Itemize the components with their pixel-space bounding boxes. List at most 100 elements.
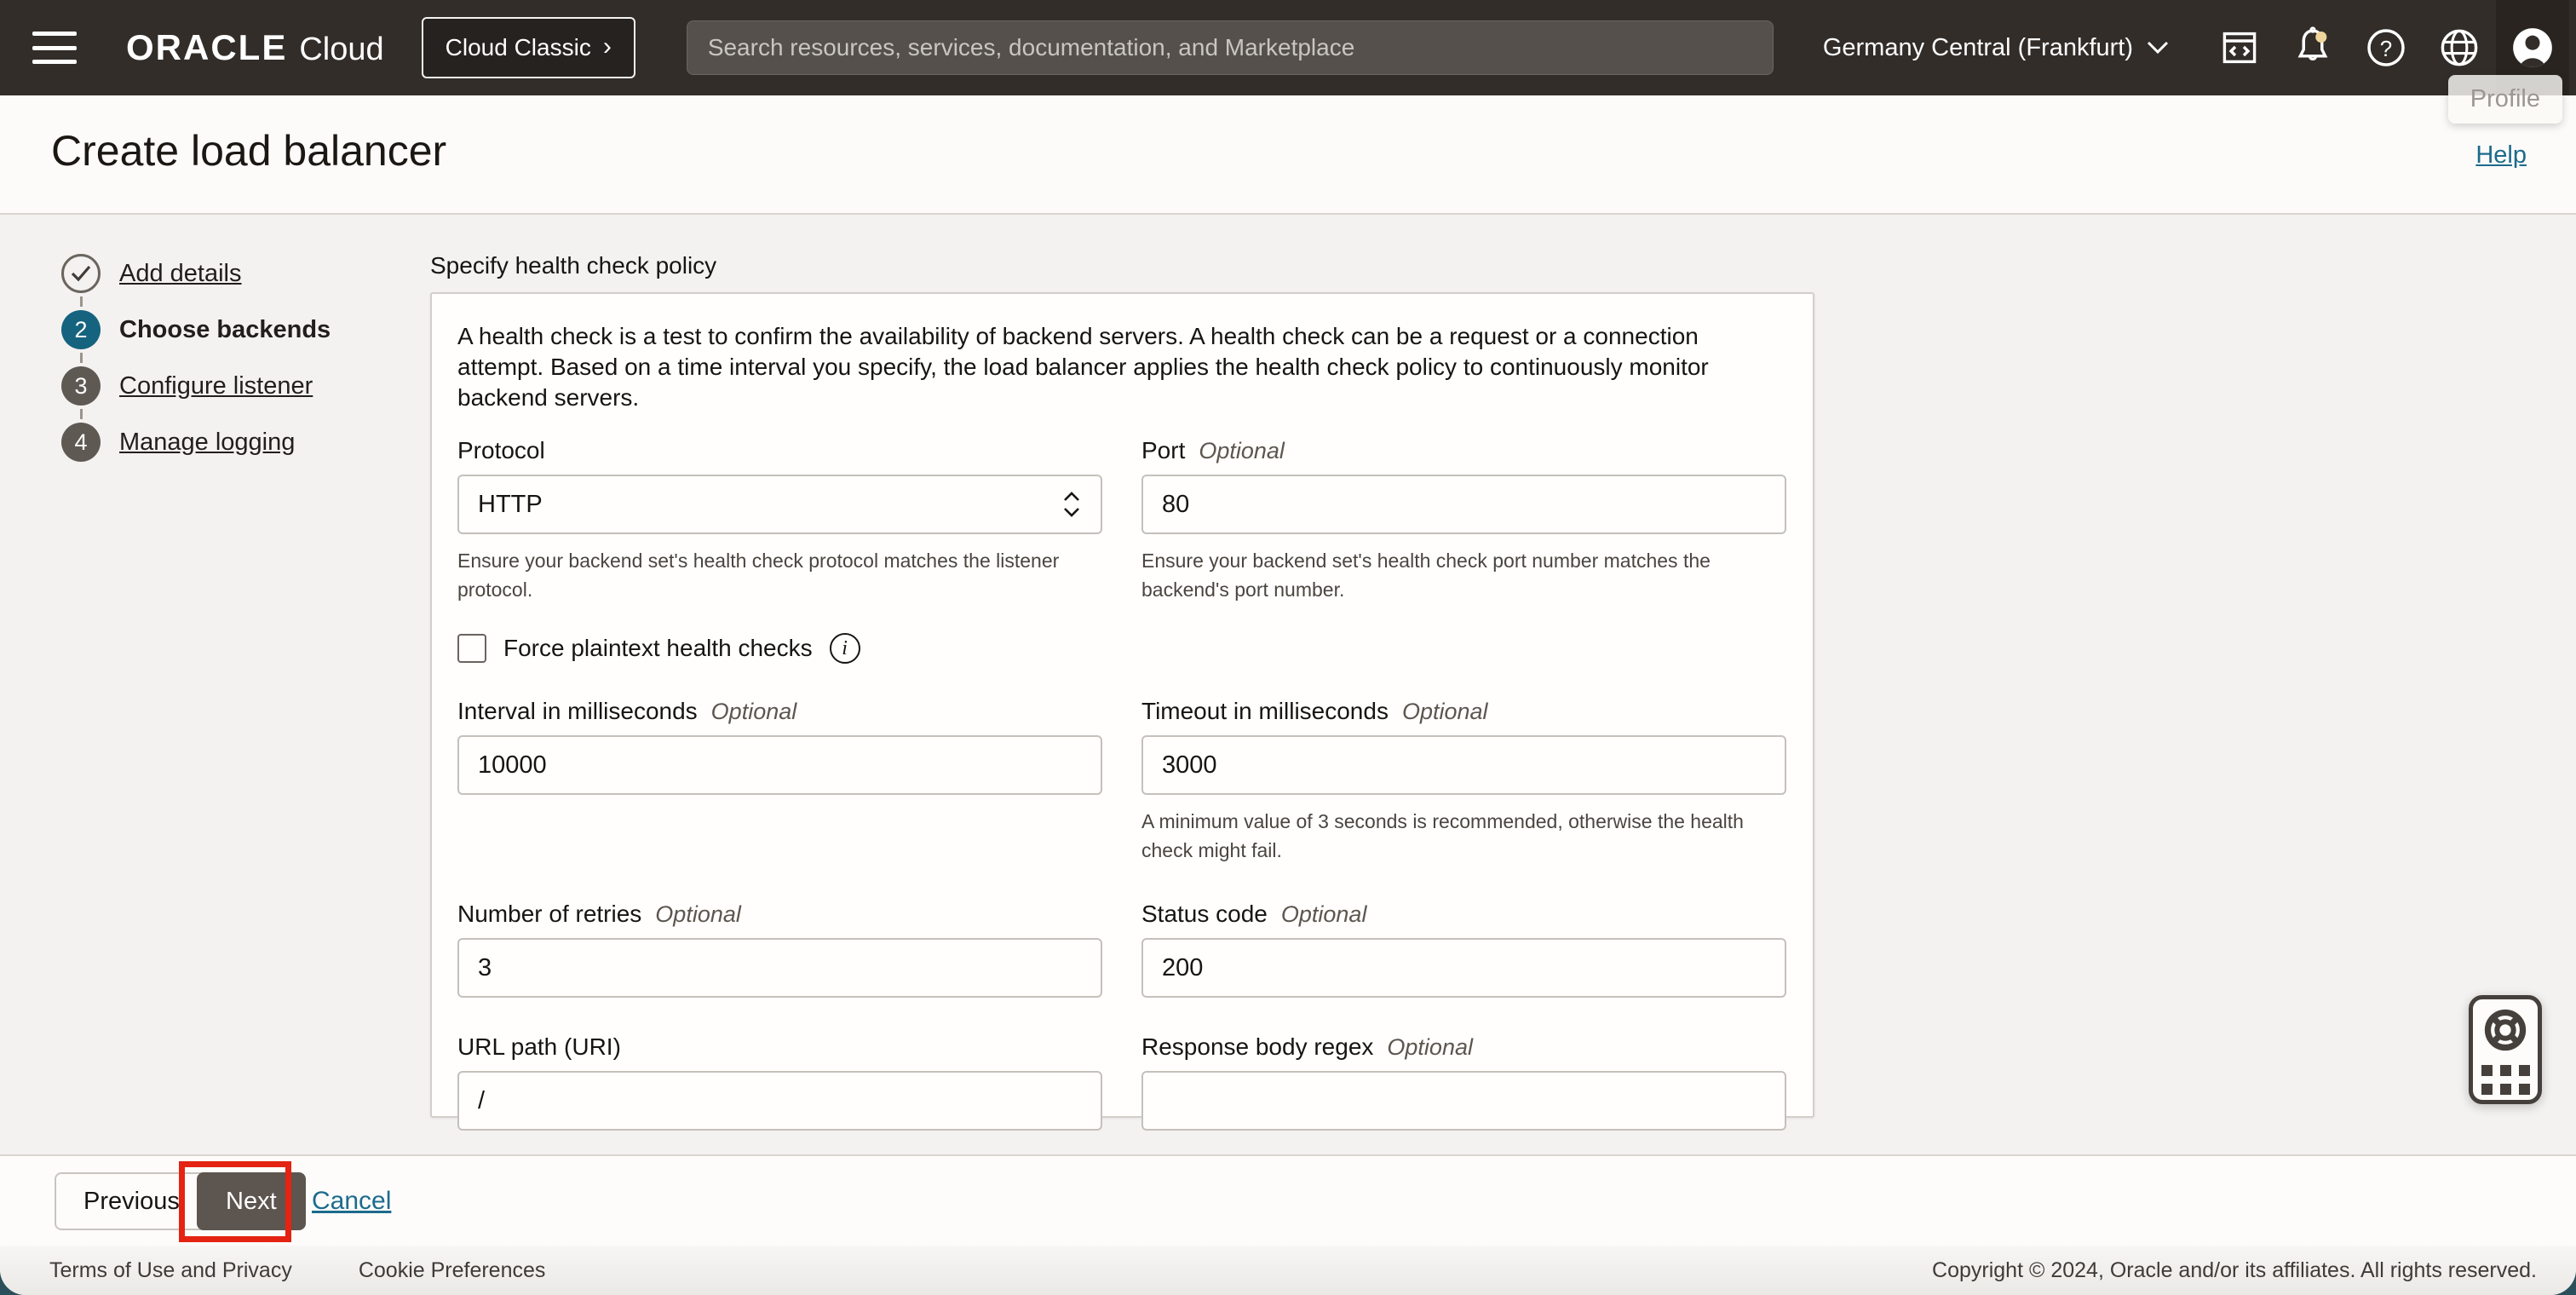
- optional-tag: Optional: [1387, 1034, 1473, 1060]
- chevron-down-icon: [2147, 41, 2169, 55]
- question-mark-icon: ?: [2367, 29, 2405, 66]
- stepper-item-choose-backends[interactable]: 2 Choose backends: [61, 307, 331, 353]
- copyright-text: Copyright © 2024, Oracle and/or its affi…: [1932, 1258, 2537, 1282]
- health-check-description: A health check is a test to confirm the …: [457, 323, 1709, 411]
- cloud-logo-text: Cloud: [299, 32, 384, 67]
- health-check-policy-card: A health check is a test to confirm the …: [430, 292, 1814, 1131]
- top-navigation-bar: ORACLE Cloud Cloud Classic › Germany Cen…: [0, 0, 2576, 95]
- notification-dot: [2315, 31, 2327, 43]
- step-number-bubble: 4: [61, 423, 101, 462]
- optional-tag: Optional: [655, 901, 741, 927]
- code-window-icon: [2222, 32, 2257, 64]
- page-header: Create load balancer Help: [0, 95, 2576, 215]
- force-plaintext-label: Force plaintext health checks: [503, 635, 813, 661]
- timeout-helper-text: A minimum value of 3 seconds is recommen…: [1141, 810, 1744, 861]
- protocol-label: Protocol: [457, 437, 545, 463]
- cookie-preferences-link[interactable]: Cookie Preferences: [359, 1258, 546, 1283]
- stepper-connector: [80, 296, 83, 307]
- terms-link[interactable]: Terms of Use and Privacy: [49, 1258, 292, 1283]
- step-number-bubble: 2: [61, 310, 101, 349]
- search-bar-container: [686, 20, 1774, 75]
- url-path-label: URL path (URI): [457, 1033, 621, 1060]
- port-helper-text: Ensure your backend set's health check p…: [1141, 550, 1711, 601]
- status-code-label: Status code: [1141, 901, 1268, 927]
- info-icon[interactable]: i: [829, 633, 860, 664]
- region-label: Germany Central (Frankfurt): [1822, 33, 2134, 61]
- timeout-input[interactable]: [1141, 735, 1786, 795]
- notifications-bell-icon[interactable]: [2276, 0, 2349, 95]
- drag-handle-dots-icon: [2481, 1064, 2530, 1095]
- stepper-connector: [80, 353, 83, 363]
- status-code-input[interactable]: [1141, 938, 1786, 998]
- section-title: Specify health check policy: [430, 252, 717, 279]
- retries-label: Number of retries: [457, 901, 642, 927]
- hamburger-menu-icon[interactable]: [32, 32, 77, 64]
- help-icon[interactable]: ?: [2349, 0, 2423, 95]
- page-title: Create load balancer: [51, 127, 447, 175]
- url-path-input[interactable]: [457, 1071, 1102, 1131]
- lifebuoy-icon: [2484, 1009, 2527, 1050]
- optional-tag: Optional: [710, 699, 797, 724]
- previous-button[interactable]: Previous: [55, 1172, 209, 1230]
- protocol-field: Protocol HTTP Ensure your backend set's …: [457, 437, 1102, 604]
- protocol-value: HTTP: [478, 490, 543, 518]
- stepper-item-label: Choose backends: [119, 315, 331, 343]
- force-plaintext-checkbox[interactable]: [457, 634, 486, 663]
- page-footer: Terms of Use and Privacy Cookie Preferen…: [0, 1246, 2576, 1295]
- help-link[interactable]: Help: [2475, 141, 2527, 170]
- cloud-classic-button[interactable]: Cloud Classic ›: [421, 17, 635, 78]
- svg-text:?: ?: [2380, 36, 2392, 61]
- stepper-item-label[interactable]: Add details: [119, 260, 242, 288]
- retries-input[interactable]: [457, 938, 1102, 998]
- port-input[interactable]: [1141, 475, 1786, 534]
- stepper-connector: [80, 409, 83, 419]
- timeout-field: Timeout in milliseconds Optional A minim…: [1141, 698, 1786, 865]
- optional-tag: Optional: [1199, 438, 1285, 463]
- wizard-stepper: Add details 2 Choose backends 3 Configur…: [61, 250, 331, 465]
- url-path-field: URL path (URI): [457, 1033, 1102, 1131]
- search-input[interactable]: [686, 20, 1774, 75]
- interval-field: Interval in milliseconds Optional: [457, 698, 1102, 865]
- avatar-icon: [2513, 28, 2552, 67]
- optional-tag: Optional: [1401, 699, 1488, 724]
- floating-help-widget[interactable]: [2469, 995, 2542, 1104]
- status-code-field: Status code Optional: [1141, 901, 1786, 998]
- response-regex-label: Response body regex: [1141, 1033, 1374, 1060]
- app-window: ORACLE Cloud Cloud Classic › Germany Cen…: [0, 0, 2576, 1295]
- optional-tag: Optional: [1280, 901, 1367, 927]
- cancel-link[interactable]: Cancel: [312, 1187, 391, 1216]
- next-button[interactable]: Next: [197, 1172, 306, 1230]
- protocol-select[interactable]: HTTP: [457, 475, 1102, 534]
- profile-tooltip: Profile: [2447, 75, 2562, 124]
- force-plaintext-row: Force plaintext health checks i: [457, 633, 1786, 664]
- wizard-action-bar: Previous Next Cancel: [0, 1154, 2576, 1246]
- chevron-right-icon: ›: [602, 32, 612, 60]
- step-number-bubble: 3: [61, 366, 101, 406]
- retries-field: Number of retries Optional: [457, 901, 1102, 998]
- select-spinner-icon: [1064, 492, 1079, 517]
- health-check-form: Protocol HTTP Ensure your backend set's …: [457, 437, 1787, 1131]
- interval-label: Interval in milliseconds: [457, 698, 698, 724]
- oracle-logo-text: ORACLE: [126, 27, 288, 67]
- stepper-item-label[interactable]: Manage logging: [119, 429, 295, 457]
- response-regex-field: Response body regex Optional: [1141, 1033, 1786, 1131]
- stepper-item-configure-listener[interactable]: 3 Configure listener: [61, 363, 331, 409]
- timeout-label: Timeout in milliseconds: [1141, 698, 1389, 724]
- port-label: Port: [1141, 437, 1186, 463]
- cloud-classic-label: Cloud Classic: [445, 34, 591, 60]
- wizard-content: Add details 2 Choose backends 3 Configur…: [0, 215, 2576, 1154]
- step-complete-check-icon: [61, 254, 101, 293]
- stepper-item-label[interactable]: Configure listener: [119, 372, 313, 400]
- profile-tooltip-label: Profile: [2470, 85, 2540, 112]
- stepper-item-add-details[interactable]: Add details: [61, 250, 331, 296]
- protocol-helper-text: Ensure your backend set's health check p…: [457, 550, 1060, 601]
- response-regex-input[interactable]: [1141, 1071, 1786, 1131]
- port-field: Port Optional Ensure your backend set's …: [1141, 437, 1786, 604]
- region-selector[interactable]: Germany Central (Frankfurt): [1823, 34, 2169, 62]
- globe-icon: [2441, 29, 2478, 66]
- interval-input[interactable]: [457, 735, 1102, 795]
- oracle-cloud-logo[interactable]: ORACLE Cloud: [126, 27, 384, 68]
- developer-tools-icon[interactable]: [2203, 0, 2276, 95]
- stepper-item-manage-logging[interactable]: 4 Manage logging: [61, 419, 331, 465]
- bell-icon: [2297, 26, 2328, 60]
